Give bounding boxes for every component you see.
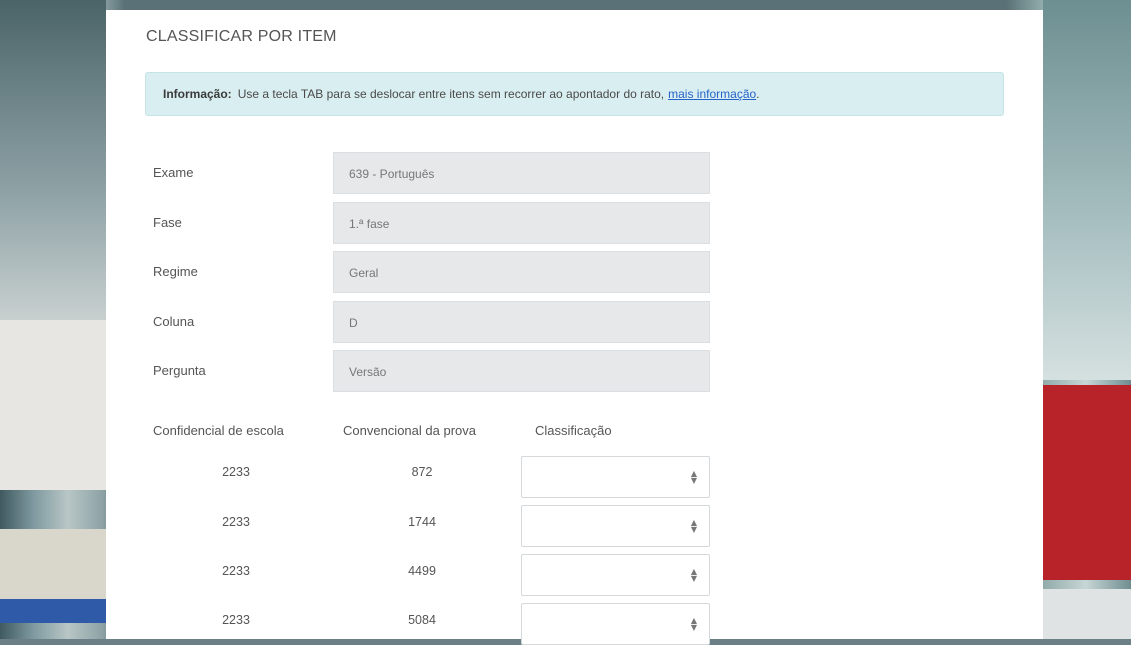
- field-value-regime: Geral: [333, 251, 710, 293]
- select-arrows-icon: ▲ ▼: [690, 469, 697, 485]
- field-value-fase: 1.ª fase: [333, 202, 710, 244]
- column-header-prova: Convencional da prova: [343, 423, 476, 438]
- cell-prova: 1744: [408, 515, 436, 529]
- field-label: Coluna: [153, 314, 195, 329]
- field-value-exame: 639 - Português: [333, 152, 710, 194]
- cell-escola: 2233: [222, 613, 250, 627]
- page-title: CLASSIFICAR POR ITEM: [146, 28, 337, 45]
- field-label: Exame: [153, 165, 194, 180]
- select-arrows-icon: ▲ ▼: [690, 567, 697, 583]
- select-arrows-icon: ▲ ▼: [690, 518, 697, 534]
- field-label: Fase: [153, 215, 182, 230]
- field-coluna: Coluna D: [153, 301, 713, 343]
- field-exame: Exame 639 - Português: [153, 152, 713, 194]
- cell-escola: 2233: [222, 515, 250, 529]
- field-regime: Regime Geral: [153, 251, 713, 293]
- field-label: Regime: [153, 264, 198, 279]
- classificacao-select[interactable]: ▲ ▼: [521, 505, 710, 547]
- select-arrows-icon: ▲ ▼: [690, 616, 697, 632]
- cell-prova: 4499: [408, 564, 436, 578]
- column-header-escola: Confidencial de escola: [153, 423, 284, 438]
- classificacao-select[interactable]: ▲ ▼: [521, 554, 710, 596]
- info-text: Use a tecla TAB para se deslocar entre i…: [237, 87, 665, 101]
- field-pergunta: Pergunta Versão: [153, 350, 713, 392]
- more-info-link[interactable]: mais informação: [668, 87, 756, 101]
- classificacao-select[interactable]: ▲ ▼: [521, 456, 710, 498]
- cell-prova: 5084: [408, 613, 436, 627]
- field-fase: Fase 1.ª fase: [153, 202, 713, 244]
- field-label: Pergunta: [153, 363, 206, 378]
- field-value-coluna: D: [333, 301, 710, 343]
- cell-escola: 2233: [222, 564, 250, 578]
- column-header-classificacao: Classificação: [535, 423, 612, 438]
- cell-escola: 2233: [222, 465, 250, 479]
- info-label: Informação:: [163, 87, 232, 101]
- field-value-pergunta: Versão: [333, 350, 710, 392]
- info-alert: Informação: Use a tecla TAB para se desl…: [145, 72, 1004, 116]
- cell-prova: 872: [411, 465, 433, 479]
- main-panel: CLASSIFICAR POR ITEM Informação: Use a t…: [106, 10, 1043, 645]
